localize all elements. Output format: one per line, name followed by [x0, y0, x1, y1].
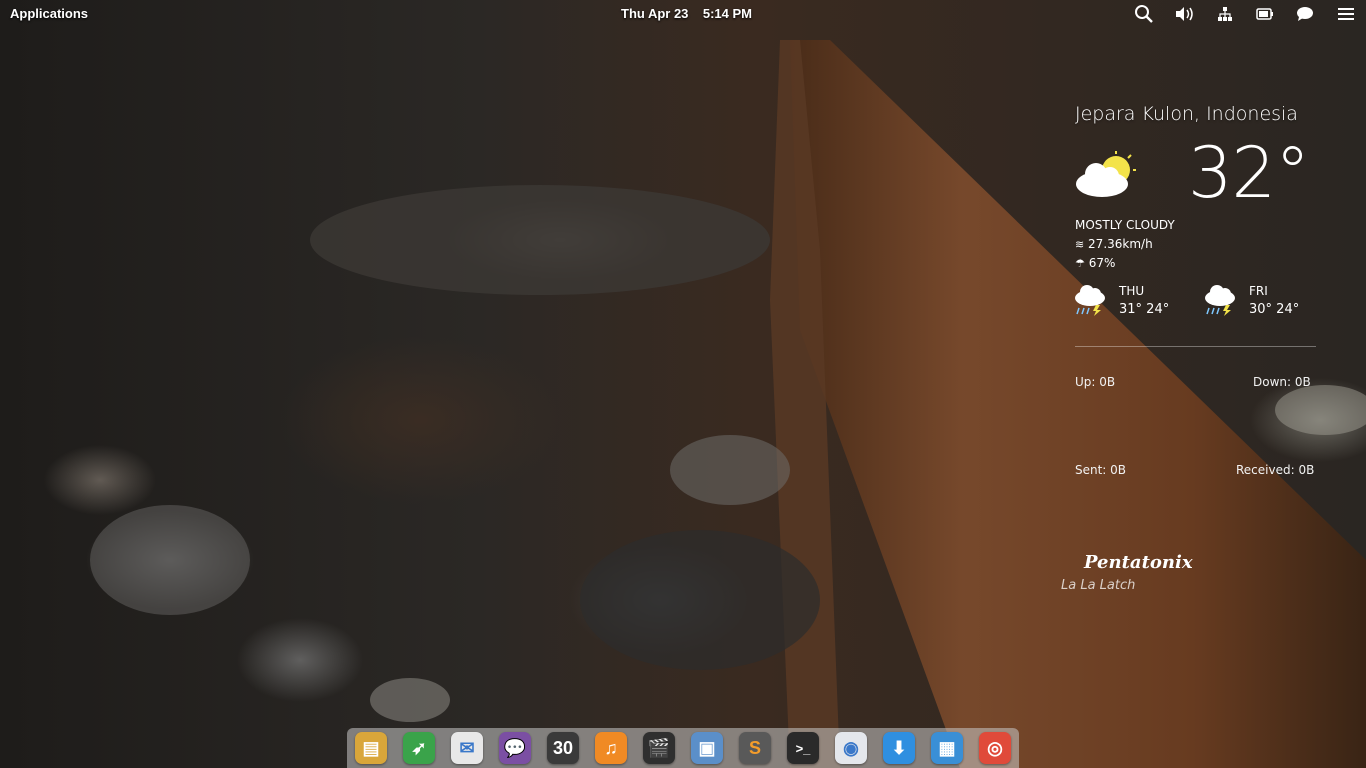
weather-wind: ≋ 27.36km/h — [1075, 237, 1153, 251]
volume-icon[interactable] — [1173, 4, 1197, 24]
dock-item-music[interactable]: ♫ — [595, 732, 627, 764]
weather-location: Jepara Kulon, Indonesia — [1075, 103, 1298, 125]
weather-condition: MOSTLY CLOUDY — [1075, 218, 1175, 232]
forecast-range-thu: 31° 24° — [1119, 302, 1170, 317]
artist-logo: Pentatonix — [1084, 552, 1193, 573]
dock-item-chrome[interactable]: ◎ — [979, 732, 1011, 764]
dock-item-messaging[interactable]: 💬 — [499, 732, 531, 764]
network-up: Up: 0B — [1075, 375, 1116, 389]
settings-icon: ◉ — [843, 737, 859, 758]
network-sent: Sent: 0B — [1075, 463, 1127, 477]
humidity-value: 67% — [1088, 256, 1116, 270]
menu-icon[interactable] — [1334, 4, 1358, 24]
dock-item-terminal[interactable]: >_ — [787, 732, 819, 764]
thunderstorm-icon — [1205, 285, 1235, 316]
song-title: La La Latch — [1061, 578, 1136, 593]
dock-item-photos[interactable]: ▣ — [691, 732, 723, 764]
clock[interactable]: Thu Apr 23 5:14 PM — [621, 6, 752, 21]
partly-cloudy-icon — [1076, 151, 1136, 197]
mail-icon: ✉ — [459, 737, 475, 758]
dock-item-browser[interactable]: ➶ — [403, 732, 435, 764]
umbrella-icon: ☂ — [1075, 257, 1085, 270]
top-panel: Applications Thu Apr 23 5:14 PM — [0, 0, 1366, 28]
applications-menu[interactable]: Applications — [10, 6, 88, 21]
music-icon: ♫ — [604, 737, 618, 758]
notifications-icon[interactable] — [1293, 4, 1317, 24]
messaging-icon: 💬 — [503, 737, 527, 758]
dock-item-downloader[interactable]: ⬇ — [883, 732, 915, 764]
workspaces-icon: ▦ — [938, 737, 956, 758]
dock-item-calendar[interactable]: 30 — [547, 732, 579, 764]
dock-item-workspaces[interactable]: ▦ — [931, 732, 963, 764]
battery-icon[interactable] — [1253, 4, 1277, 24]
dock-item-settings[interactable]: ◉ — [835, 732, 867, 764]
thunderstorm-icon — [1075, 285, 1105, 316]
dock-item-sublime[interactable]: S — [739, 732, 771, 764]
weather-humidity: ☂ 67% — [1075, 256, 1115, 270]
wind-icon: ≋ — [1075, 238, 1085, 251]
dock-item-mail[interactable]: ✉ — [451, 732, 483, 764]
network-received: Received: 0B — [1236, 463, 1315, 477]
widget-divider — [1075, 346, 1316, 347]
browser-icon: ➶ — [411, 737, 427, 758]
wind-value: 27.36km/h — [1088, 237, 1153, 251]
downloader-icon: ⬇ — [891, 737, 907, 758]
chrome-icon: ◎ — [987, 737, 1003, 758]
forecast-range-fri: 30° 24° — [1249, 302, 1300, 317]
forecast-day-fri: FRI — [1249, 284, 1268, 298]
forecast-day-thu: THU — [1119, 284, 1145, 298]
files-icon: ▤ — [362, 737, 380, 758]
dock-item-video[interactable]: 🎬 — [643, 732, 675, 764]
sublime-icon: S — [748, 737, 761, 758]
calendar-icon: 30 — [552, 737, 574, 758]
weather-temperature: 32° — [1188, 132, 1310, 214]
dock: ▤ ➶ ✉ 💬 30 ♫ 🎬 ▣ S >_ ◉ ⬇ ▦ ◎ — [347, 728, 1019, 768]
search-icon[interactable] — [1132, 4, 1156, 24]
network-icon[interactable] — [1213, 4, 1237, 24]
network-down: Down: 0B — [1253, 375, 1311, 389]
terminal-icon: >_ — [795, 740, 811, 756]
dock-item-files[interactable]: ▤ — [355, 732, 387, 764]
video-icon: 🎬 — [647, 737, 671, 758]
photos-icon: ▣ — [698, 737, 716, 758]
